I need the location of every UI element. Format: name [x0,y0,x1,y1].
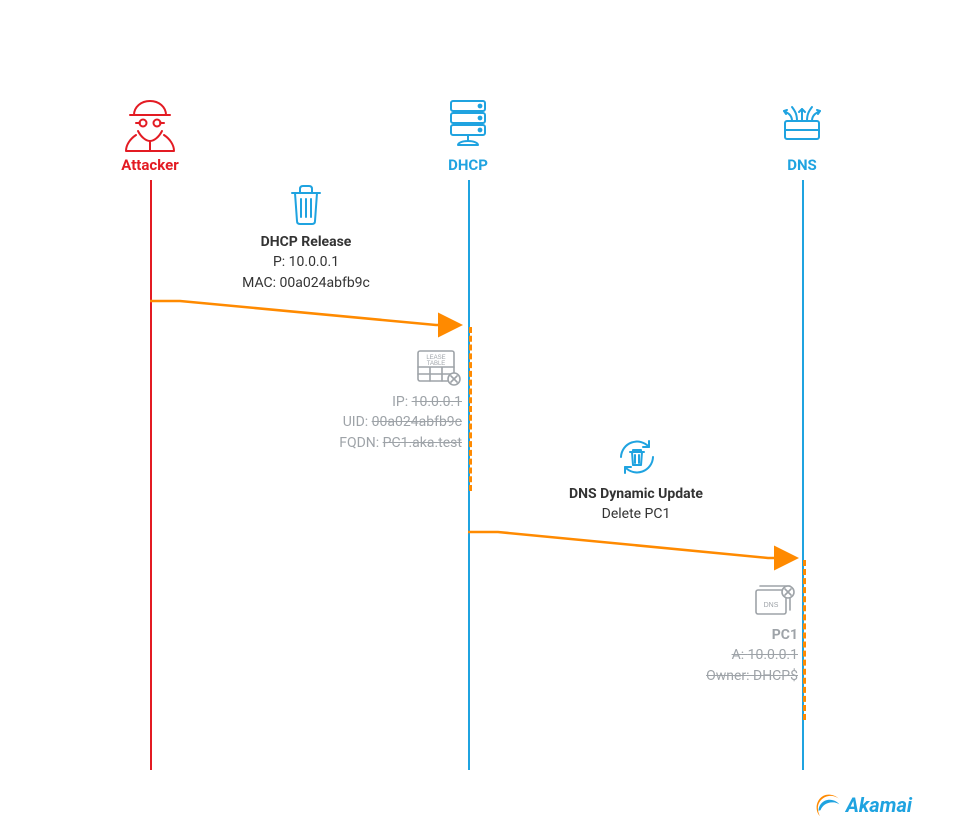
refresh-trash-icon [613,433,661,481]
dns-record-entry: PC1 A: 10.0.0.1 Owner: DHCP$ [648,625,798,686]
dns-activation-1 [803,560,806,720]
dhcp-label: DHCP [438,156,498,174]
dns-server-icon [775,95,829,149]
arrow-dhcp-to-dns [468,528,804,570]
dns-record-icon: DNS [750,580,798,622]
dns-update-title: DNS Dynamic Update [520,484,752,504]
lease-table-entry: IP: 10.0.0.1 UID: 00a024abfb9c FQDN: PC1… [276,392,462,453]
brand-swoosh-icon [814,792,840,818]
lease-table-icon: LEASE TABLE [414,347,462,389]
dhcp-activation-1 [469,327,472,491]
svg-text:TABLE: TABLE [427,361,446,367]
dhcp-release-title: DHCP Release [186,232,426,252]
attacker-icon [118,95,182,153]
attacker-lifeline [150,180,152,770]
brand-name: Akamai [846,793,912,817]
dns-update-message: DNS Dynamic Update Delete PC1 [520,484,752,525]
trash-icon [286,181,326,227]
brand-logo: Akamai [814,792,912,818]
dns-label: DNS [775,156,829,174]
arrow-attacker-to-dhcp [150,297,470,337]
attacker-label: Attacker [110,156,190,174]
dhcp-server-icon [441,95,495,149]
svg-text:DNS: DNS [764,602,779,609]
dhcp-release-message: DHCP Release P: 10.0.0.1 MAC: 00a024abfb… [186,232,426,293]
